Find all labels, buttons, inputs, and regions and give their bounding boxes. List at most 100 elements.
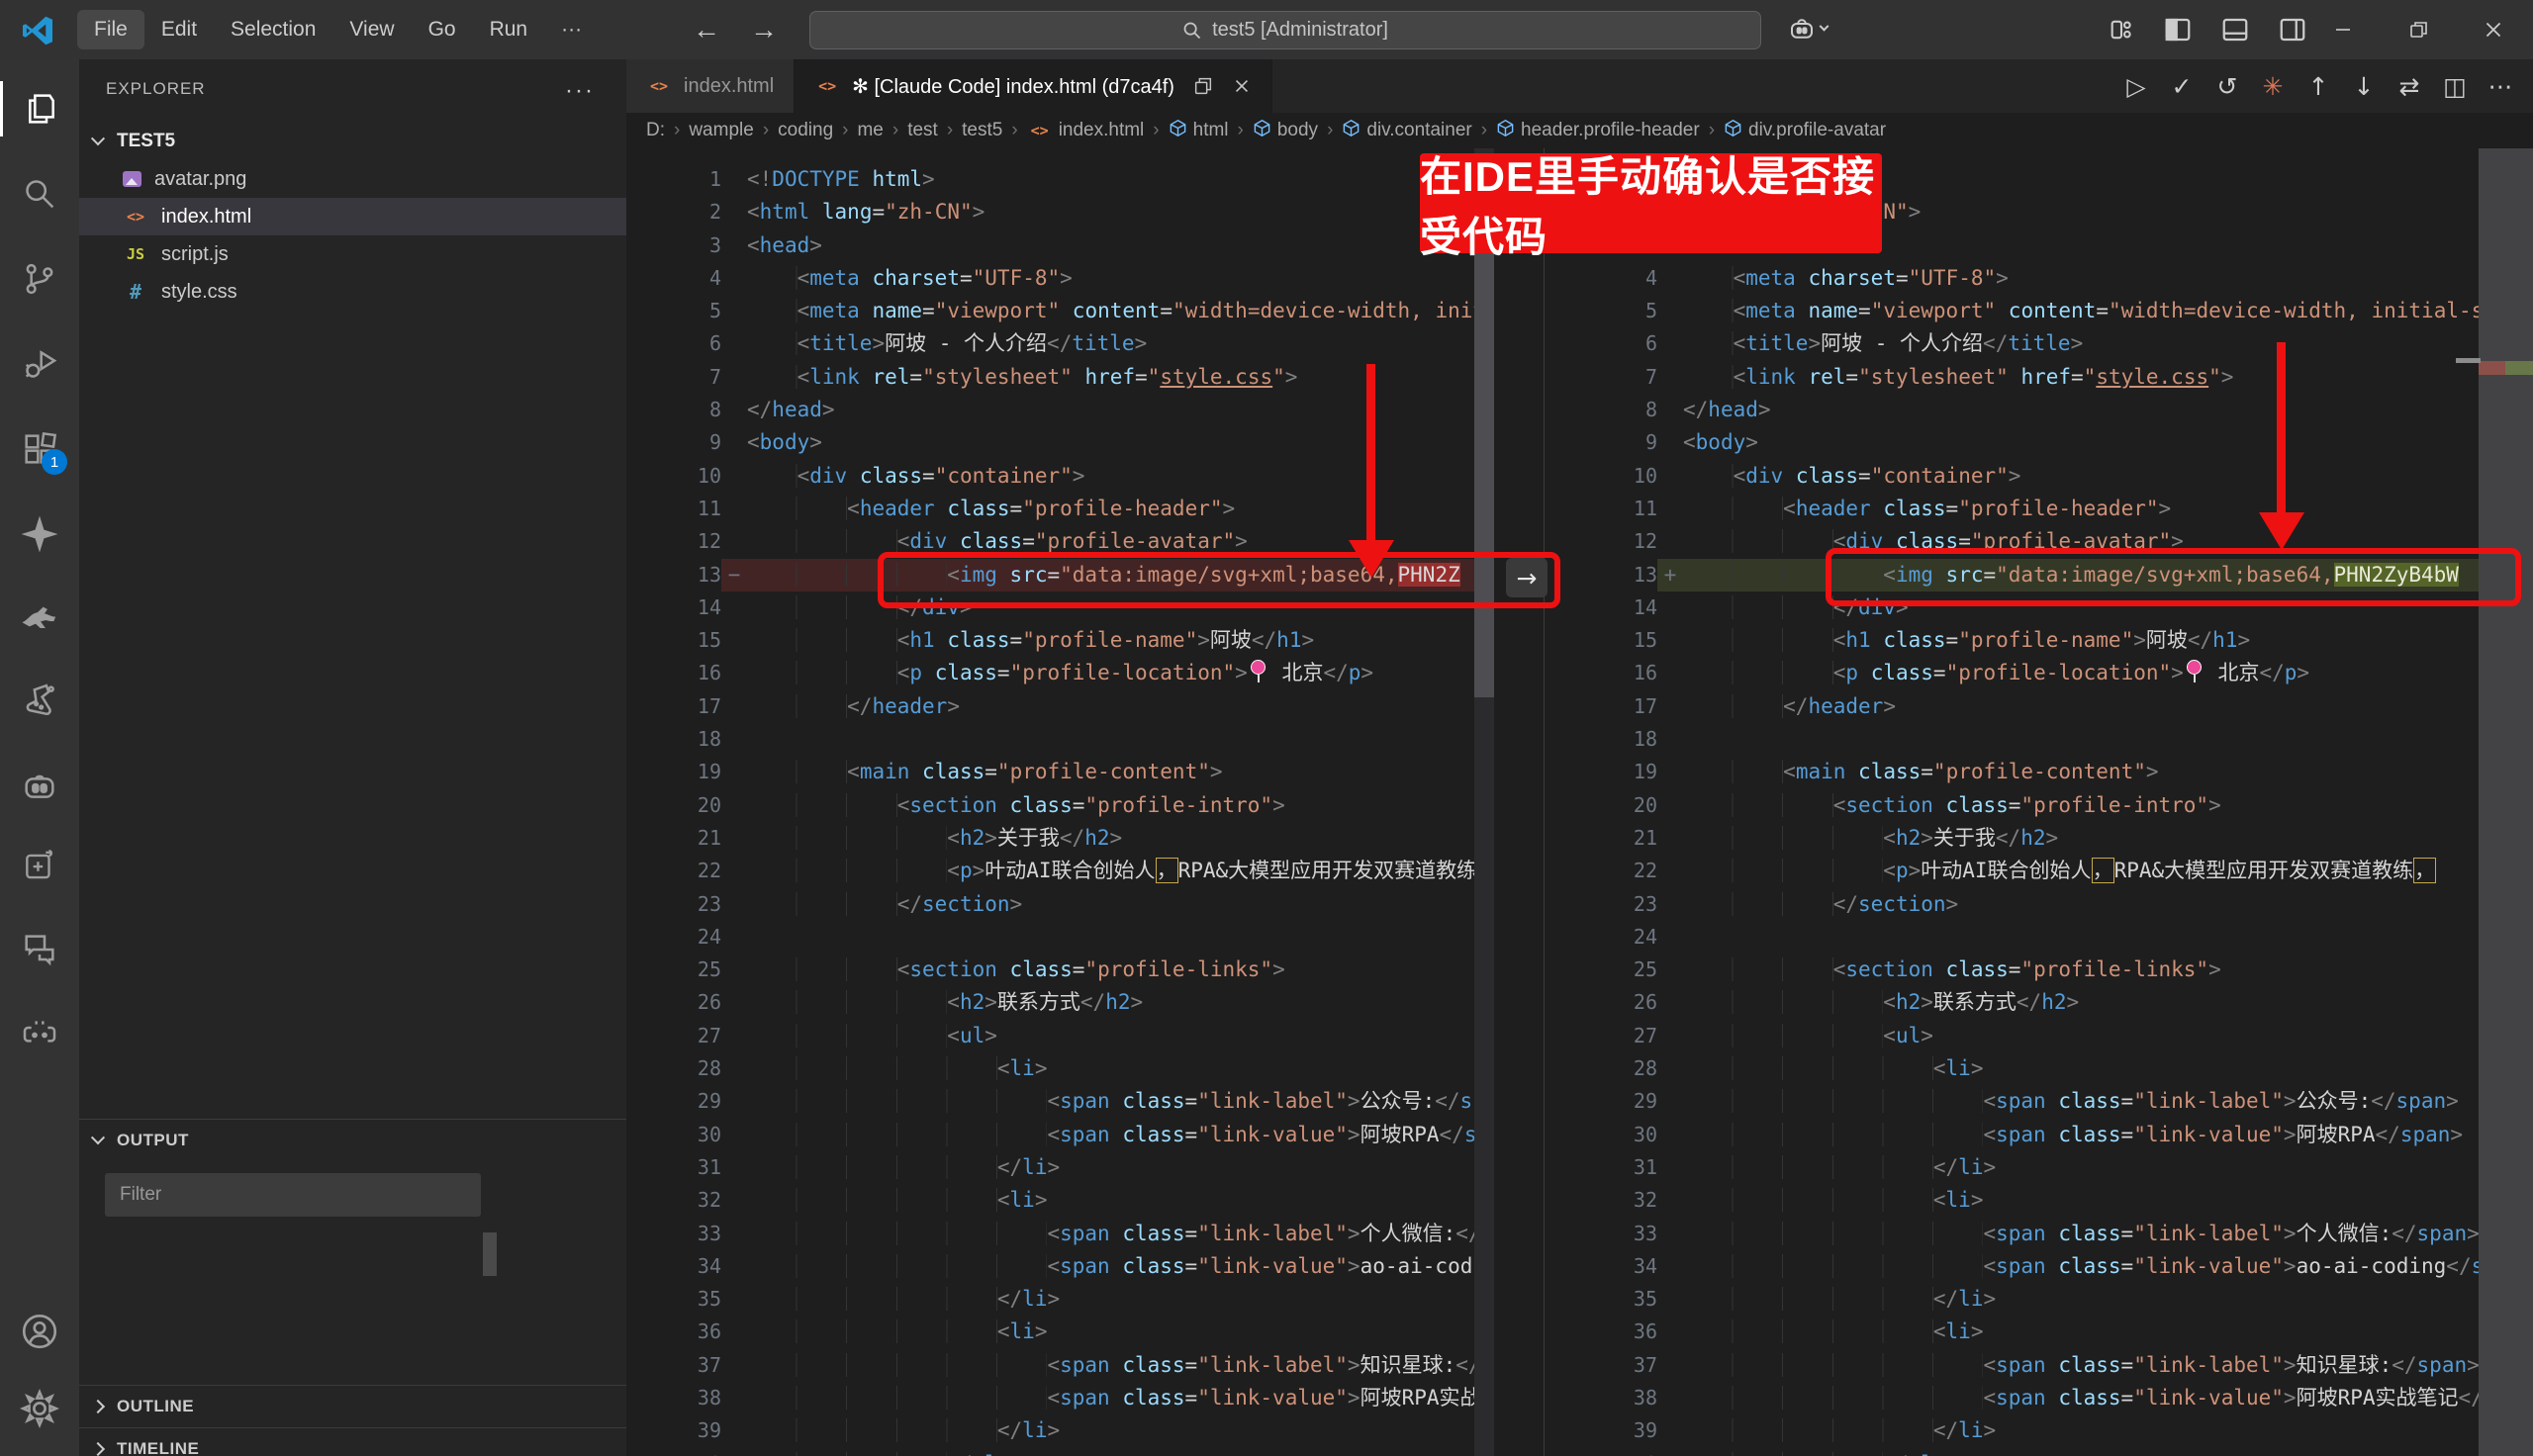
code-line[interactable]: 39 </li> bbox=[1545, 1414, 2533, 1447]
split-editor-icon[interactable]: ◫ bbox=[2432, 63, 2478, 109]
code-line[interactable]: 28 <li> bbox=[1545, 1052, 2533, 1085]
breadcrumb-file[interactable]: index.html bbox=[1027, 120, 1145, 141]
code-line[interactable]: 15 <h1 class="profile-name">阿坡</h1> bbox=[1545, 624, 2533, 657]
copilot-menu[interactable] bbox=[1787, 14, 1828, 44]
code-line[interactable]: 30 <span class="link-value">阿坡RPA</span> bbox=[626, 1119, 1501, 1151]
source-control-icon[interactable] bbox=[0, 251, 79, 307]
diff-overview-ruler[interactable] bbox=[2479, 148, 2533, 1456]
code-line[interactable]: 6 <title>阿坡 - 个人介绍</title> bbox=[626, 327, 1501, 360]
search-sidebar-icon[interactable] bbox=[0, 166, 79, 222]
output-scrollbar[interactable] bbox=[483, 1232, 497, 1276]
close-tab-icon[interactable] bbox=[1232, 76, 1252, 96]
file-item-avatar-png[interactable]: avatar.png bbox=[79, 160, 626, 198]
code-line[interactable]: 21 <h2>关于我</h2> bbox=[626, 822, 1501, 855]
code-line[interactable]: 6 <title>阿坡 - 个人介绍</title> bbox=[1545, 327, 2533, 360]
menu-run[interactable]: Run bbox=[473, 10, 545, 49]
code-line[interactable]: 16 <p class="profile-location"> 北京</p> bbox=[626, 657, 1501, 689]
code-line[interactable]: 34 <span class="link-value">ao-ai-coding… bbox=[1545, 1250, 2533, 1283]
explorer-icon[interactable] bbox=[0, 81, 79, 136]
code-line[interactable]: 8</head> bbox=[1545, 394, 2533, 426]
code-line[interactable]: 5 <meta name="viewport" content="width=d… bbox=[1545, 295, 2533, 327]
code-line[interactable]: 32 <li> bbox=[626, 1184, 1501, 1217]
claude-asterisk-icon[interactable]: ✳ bbox=[2250, 63, 2296, 109]
robot-icon[interactable] bbox=[0, 758, 79, 813]
revert-change-button[interactable]: → bbox=[1506, 558, 1548, 597]
code-line[interactable]: 38 <span class="link-value">阿坡RPA实战笔记</s… bbox=[626, 1382, 1501, 1414]
output-panel-header[interactable]: OUTPUT bbox=[79, 1119, 626, 1160]
breadcrumb-item[interactable]: wample bbox=[689, 120, 753, 141]
code-line[interactable]: 23 </section> bbox=[626, 888, 1501, 921]
run-debug-icon[interactable] bbox=[0, 336, 79, 392]
code-line[interactable]: 30 <span class="link-value">阿坡RPA</span> bbox=[1545, 1119, 2533, 1151]
code-line[interactable]: 4 <meta charset="UTF-8"> bbox=[1545, 262, 2533, 295]
code-line[interactable]: 37 <span class="link-label">知识星球:</span> bbox=[626, 1349, 1501, 1382]
code-line[interactable]: 37 <span class="link-label">知识星球:</span> bbox=[1545, 1349, 2533, 1382]
breadcrumb-item[interactable]: test bbox=[907, 120, 938, 141]
code-line[interactable]: 19 <main class="profile-content"> bbox=[1545, 756, 2533, 788]
menu-view[interactable]: View bbox=[332, 10, 411, 49]
file-item-style-css[interactable]: style.css bbox=[79, 273, 626, 311]
discard-icon[interactable]: ↺ bbox=[2205, 63, 2250, 109]
code-line[interactable]: 26 <h2>联系方式</h2> bbox=[1545, 986, 2533, 1019]
code-line[interactable]: 36 <li> bbox=[626, 1316, 1501, 1348]
code-line[interactable]: 3<head> bbox=[626, 229, 1501, 262]
notebook-sync-icon[interactable] bbox=[0, 839, 79, 894]
run-icon[interactable]: ▷ bbox=[2113, 63, 2159, 109]
tab-index-html[interactable]: index.html bbox=[626, 59, 795, 113]
comments-icon[interactable] bbox=[0, 922, 79, 977]
code-line[interactable]: 31 </li> bbox=[626, 1151, 1501, 1184]
code-line[interactable]: 19 <main class="profile-content"> bbox=[626, 756, 1501, 788]
code-line[interactable]: 21 <h2>关于我</h2> bbox=[1545, 822, 2533, 855]
code-line[interactable]: 26 <h2>联系方式</h2> bbox=[626, 986, 1501, 1019]
swap-icon[interactable]: ⇄ bbox=[2387, 63, 2432, 109]
breadcrumb-symbol[interactable]: header.profile-header bbox=[1496, 119, 1700, 143]
menu-go[interactable]: Go bbox=[412, 10, 473, 49]
code-line[interactable]: 35 </li> bbox=[626, 1283, 1501, 1316]
breadcrumb-symbol[interactable]: body bbox=[1253, 119, 1318, 143]
command-center-search[interactable]: test5 [Administrator] bbox=[809, 11, 1761, 49]
breadcrumb-symbol[interactable]: html bbox=[1169, 119, 1229, 143]
workspace-folder-test5[interactable]: TEST5 bbox=[79, 123, 626, 160]
code-line[interactable]: 40 </ul> bbox=[1545, 1448, 2533, 1456]
code-line[interactable]: 16 <p class="profile-location"> 北京</p> bbox=[1545, 657, 2533, 689]
code-line[interactable]: 18 bbox=[1545, 723, 2533, 756]
minimize-button[interactable] bbox=[2305, 0, 2381, 59]
outline-panel-header[interactable]: OUTLINE bbox=[79, 1385, 626, 1426]
code-line[interactable]: 38 <span class="link-value">阿坡RPA实战笔记</s… bbox=[1545, 1382, 2533, 1414]
code-line[interactable]: 23 </section> bbox=[1545, 888, 2533, 921]
code-line[interactable]: 17 </header> bbox=[626, 690, 1501, 723]
code-line[interactable]: 27 <ul> bbox=[1545, 1020, 2533, 1052]
code-line[interactable]: 17 </header> bbox=[1545, 690, 2533, 723]
arrow-down-icon[interactable]: ↓ bbox=[2341, 63, 2387, 109]
tab-claude-code-index-html[interactable]: ✻ [Claude Code] index.html (d7ca4f) bbox=[795, 59, 1272, 113]
code-line[interactable]: 27 <ul> bbox=[626, 1020, 1501, 1052]
menu-edit[interactable]: Edit bbox=[144, 10, 214, 49]
customize-layout-icon[interactable] bbox=[2108, 16, 2135, 44]
code-line[interactable]: 10 <div class="container"> bbox=[1545, 460, 2533, 493]
nav-forward-button[interactable]: → bbox=[750, 14, 778, 46]
claude-sparkle-icon[interactable] bbox=[0, 506, 79, 562]
breadcrumb-item[interactable]: me bbox=[857, 120, 883, 141]
toggle-panel-icon[interactable] bbox=[2220, 15, 2250, 45]
kangaroo-icon[interactable] bbox=[0, 590, 79, 645]
breadcrumb-item[interactable]: D: bbox=[646, 120, 665, 141]
timeline-panel-header[interactable]: TIMELINE bbox=[79, 1427, 626, 1456]
code-line[interactable]: 34 <span class="link-value">ao-ai-coding… bbox=[626, 1250, 1501, 1283]
arrow-up-icon[interactable]: ↑ bbox=[2296, 63, 2341, 109]
file-item-script-js[interactable]: script.js bbox=[79, 235, 626, 273]
file-item-index-html[interactable]: index.html bbox=[79, 198, 626, 235]
ai-chat-icon[interactable] bbox=[0, 1005, 79, 1060]
menu-[interactable]: ··· bbox=[544, 10, 599, 49]
settings-gear-icon[interactable] bbox=[0, 1381, 79, 1436]
extensions-icon[interactable]: 1 bbox=[0, 421, 79, 477]
menu-file[interactable]: File bbox=[77, 10, 144, 49]
toggle-secondary-sidebar-icon[interactable] bbox=[2278, 15, 2307, 45]
open-changes-icon[interactable] bbox=[1192, 75, 1214, 97]
code-line[interactable]: 33 <span class="link-label">个人微信:</span> bbox=[1545, 1218, 2533, 1250]
code-line[interactable]: 31 </li> bbox=[1545, 1151, 2533, 1184]
close-window-button[interactable] bbox=[2456, 0, 2531, 59]
nav-back-button[interactable]: ← bbox=[693, 14, 720, 46]
breadcrumb-item[interactable]: coding bbox=[778, 120, 833, 141]
breadcrumb-symbol[interactable]: div.container bbox=[1342, 119, 1471, 143]
accounts-icon[interactable] bbox=[0, 1304, 79, 1359]
